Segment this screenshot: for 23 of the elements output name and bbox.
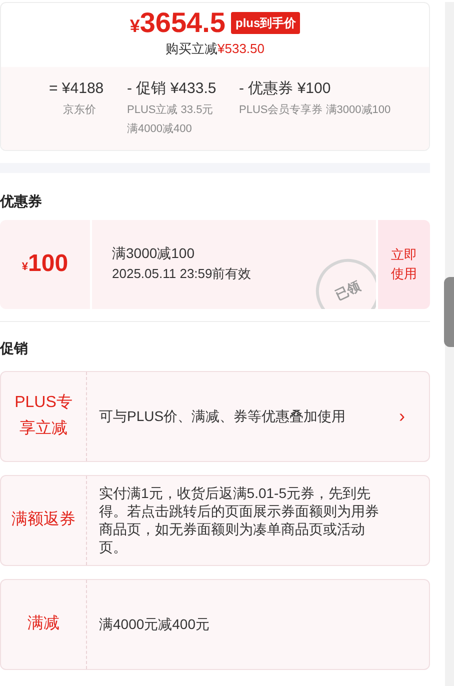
breakdown-note: 满4000减400 [127, 122, 193, 137]
coupon-condition: 满3000减100 [112, 244, 196, 262]
breakdown-value: - 优惠券 ¥100 [239, 78, 332, 98]
breakdown-note: PLUS立减 33.5元 [127, 102, 214, 118]
promotion-tag: PLUS专享立减 [1, 372, 87, 460]
use-coupon-button[interactable]: 立即使用 [378, 220, 430, 308]
saving-text: 购买立减¥533.50 [166, 40, 264, 58]
breakdown-note: PLUS会员专享券 满3000减100 [239, 102, 392, 118]
coupon-validity: 2025.05.11 23:59前有效 [112, 264, 252, 282]
price-badge: plus到手价 [231, 12, 300, 34]
price-text: ¥3654.5 [130, 9, 226, 37]
promotion-card[interactable]: PLUS专享立减 可与PLUS价、满减、券等优惠叠加使用 › [0, 370, 430, 462]
coupon-value: ¥100 [0, 220, 90, 308]
side-handle[interactable] [444, 277, 454, 347]
promotion-tag: 满减 [1, 580, 87, 668]
breakdown-note: 京东价 [62, 102, 97, 118]
promotion-text: 可与PLUS价、满减、券等优惠叠加使用 [98, 407, 347, 426]
chevron-icon: › [399, 372, 429, 460]
promotion-tag: 满额返券 [1, 476, 87, 564]
promotion-text: 满4000元减400元 [98, 615, 211, 634]
breakdown-value: - 促销 ¥433.5 [127, 78, 218, 98]
promotion-text: 实付满1元，收货后返满5.01-5元券，先到先得。若点击跳转后的页面展示券面额则为用券商品页，如无券面额则为凑单商品页或活动页。 [98, 484, 380, 557]
breakdown-value: = ¥4188 [49, 78, 105, 98]
